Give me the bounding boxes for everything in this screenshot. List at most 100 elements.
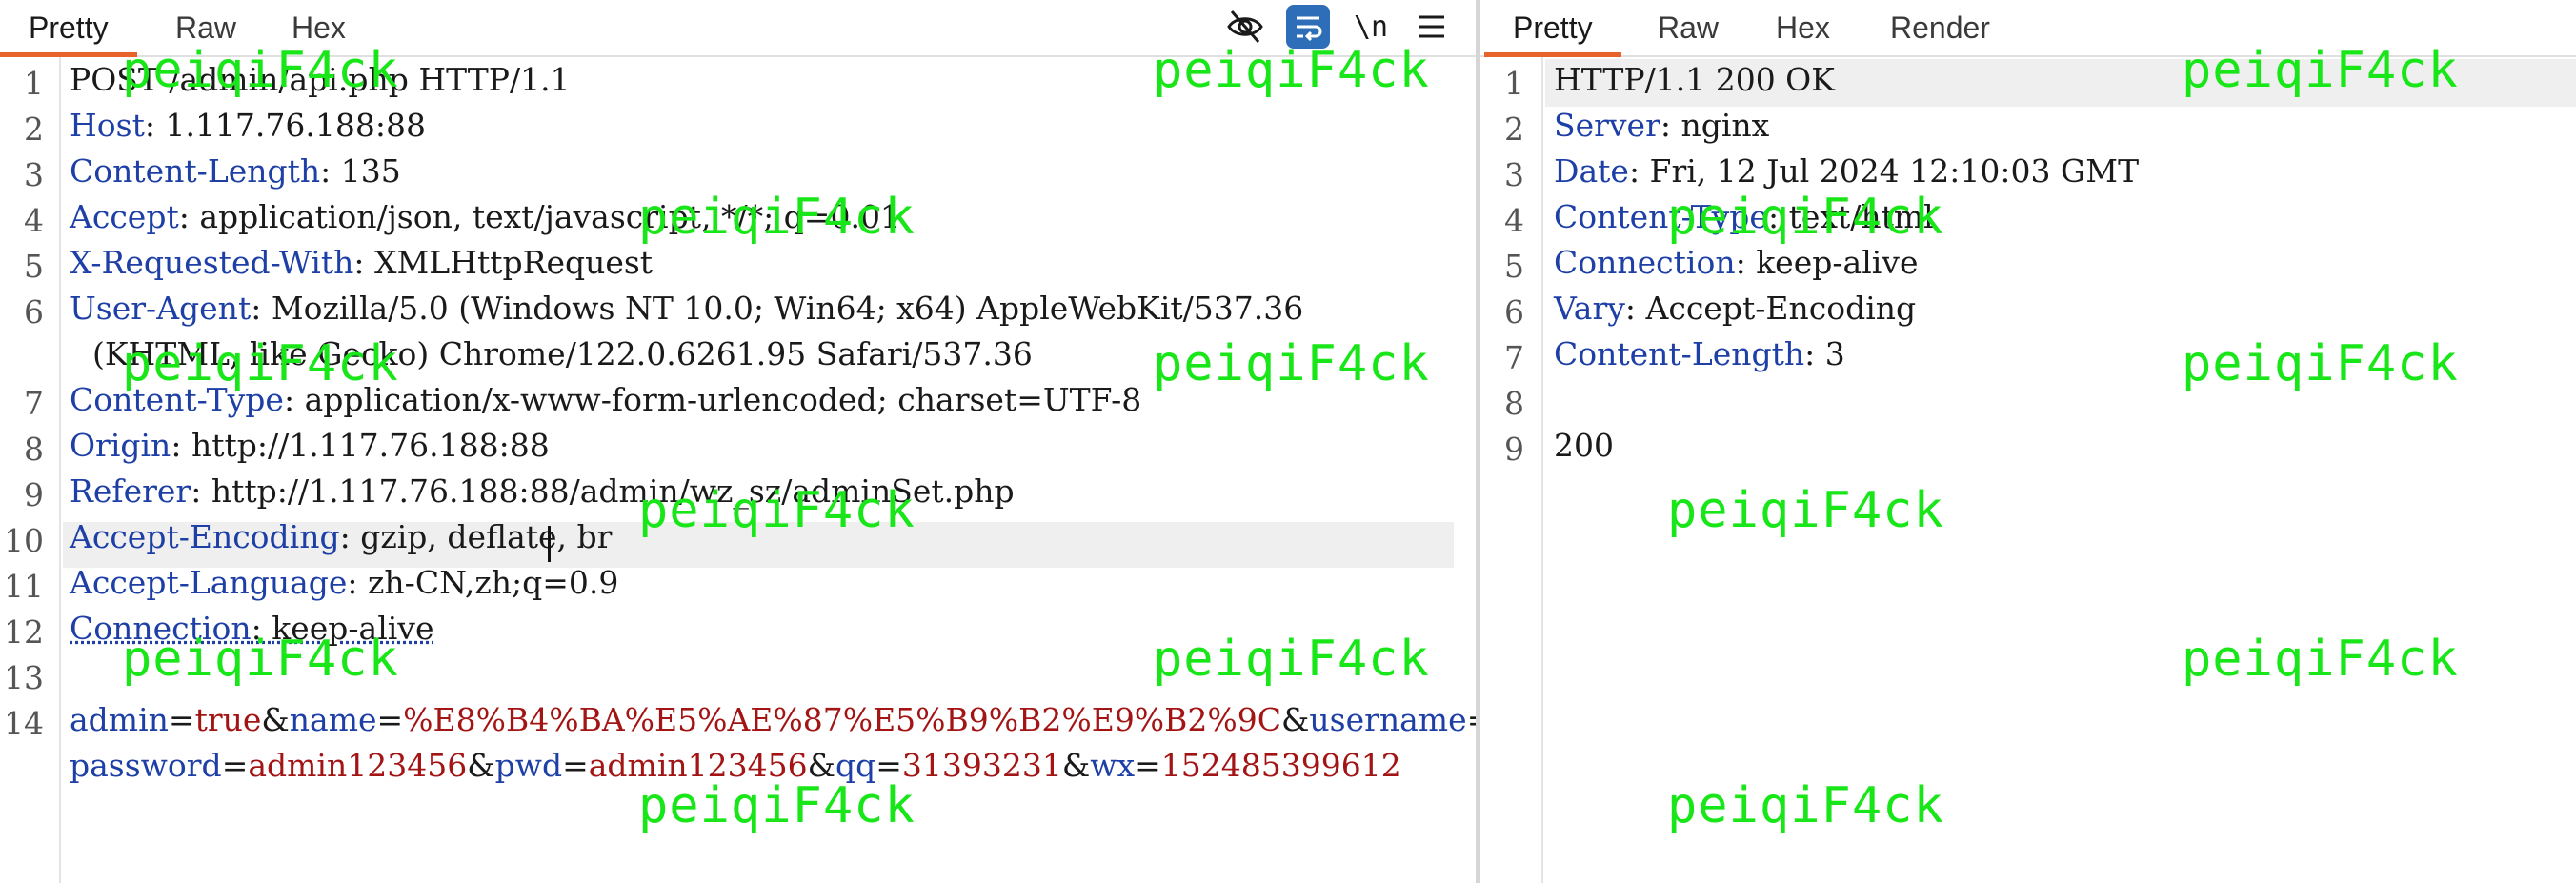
header-name: Vary	[1554, 290, 1625, 327]
header-line: Host: 1.117.76.188:88	[70, 107, 426, 144]
header-line: Connection: keep-alive	[70, 610, 434, 647]
header-value: 1.117.76.188:88	[165, 107, 426, 144]
header-name: Connection	[70, 610, 252, 647]
header-value: text/html	[1788, 198, 1934, 235]
header-line: Date: Fri, 12 Jul 2024 12:10:03 GMT	[1554, 152, 2140, 190]
line-number: 1	[1504, 65, 1524, 102]
line-number: 4	[1504, 202, 1524, 239]
line-number: 2	[24, 110, 44, 148]
header-value: Mozilla/5.0 (Windows NT 10.0; Win64; x64…	[271, 290, 1304, 327]
header-name: Server	[1554, 107, 1660, 144]
line-number: 5	[1504, 248, 1524, 285]
line-number: 2	[1504, 110, 1524, 148]
request-body-line: admin=true&name=%E8%B4%BA%E5%AE%87%E5%B9…	[70, 701, 1680, 738]
header-value: http://1.117.76.188:88/admin/wz_sz/admin…	[211, 472, 1015, 510]
line-number: 14	[4, 705, 44, 742]
line-number: 7	[24, 385, 44, 422]
header-name: Content-Length	[70, 152, 321, 190]
header-value: application/json, text/javascript, */*; …	[199, 198, 900, 235]
header-line: Referer: http://1.117.76.188:88/admin/wz…	[70, 472, 1015, 510]
param-value: admin123456	[248, 747, 468, 784]
line-number: 8	[24, 431, 44, 468]
header-value: gzip, deflate, br	[360, 518, 613, 555]
text-caret	[548, 526, 551, 562]
header-value: nginx	[1680, 107, 1770, 144]
line-number: 12	[4, 613, 44, 651]
line-number: 4	[24, 202, 44, 239]
header-name: Content-Type	[70, 381, 284, 418]
header-value: http://1.117.76.188:88	[191, 427, 550, 464]
header-value: zh-CN,zh;q=0.9	[368, 564, 619, 601]
line-number: 3	[24, 156, 44, 193]
line-number: 5	[24, 248, 44, 285]
header-name: Content-Type	[1554, 198, 1768, 235]
line-number: 13	[4, 659, 44, 696]
line-number: 9	[1504, 431, 1524, 468]
param-key: password	[70, 747, 222, 784]
header-name: Connection	[1554, 244, 1736, 281]
hamburger-menu-icon[interactable]	[1410, 5, 1454, 49]
response-tab-bar: Pretty Raw Hex Render	[1480, 0, 2576, 57]
line-number: 11	[4, 568, 44, 605]
newline-toggle-button[interactable]: \n	[1349, 5, 1393, 49]
tab-hex[interactable]: Hex	[1776, 0, 1830, 55]
tab-pretty[interactable]: Pretty	[0, 0, 137, 57]
line-number: 3	[1504, 156, 1524, 193]
header-value: Accept-Encoding	[1645, 290, 1917, 327]
header-name: Content-Length	[1554, 335, 1805, 372]
eye-slash-icon[interactable]	[1223, 5, 1267, 49]
header-value: Fri, 12 Jul 2024 12:10:03 GMT	[1649, 152, 2140, 190]
line-number: 10	[4, 522, 44, 559]
header-line: Content-Length: 3	[1554, 335, 1845, 372]
response-body: 200	[1554, 427, 1614, 464]
header-line: Vary: Accept-Encoding	[1554, 290, 1917, 327]
param-value: 152485399612	[1160, 747, 1401, 784]
param-value: admin123456	[588, 747, 808, 784]
request-tab-bar: Pretty Raw Hex \n	[0, 0, 1476, 57]
tab-pretty[interactable]: Pretty	[1484, 0, 1621, 57]
request-line: POST /admin/api.php HTTP/1.1	[70, 61, 571, 98]
header-value: 135	[340, 152, 401, 190]
header-line: X-Requested-With: XMLHttpRequest	[70, 244, 654, 281]
header-name: User-Agent	[70, 290, 252, 327]
param-value: 31393231	[901, 747, 1062, 784]
tab-render[interactable]: Render	[1890, 0, 1990, 55]
header-name: Accept-Encoding	[70, 518, 340, 555]
header-value: application/x-www-form-urlencoded; chars…	[304, 381, 1142, 418]
header-name: Accept	[70, 198, 179, 235]
header-value: 3	[1824, 335, 1845, 372]
header-name: X-Requested-With	[70, 244, 354, 281]
tab-raw[interactable]: Raw	[175, 0, 236, 55]
header-name: Origin	[70, 427, 171, 464]
header-line: Origin: http://1.117.76.188:88	[70, 427, 550, 464]
wrap-lines-icon[interactable]	[1286, 5, 1330, 49]
tab-raw[interactable]: Raw	[1658, 0, 1719, 55]
header-name: Host	[70, 107, 145, 144]
status-line: HTTP/1.1 200 OK	[1554, 61, 1835, 98]
param-key: wx	[1090, 747, 1136, 784]
header-line: Content-Length: 135	[70, 152, 401, 190]
line-number: 9	[24, 476, 44, 513]
line-number: 6	[24, 293, 44, 331]
tab-hex[interactable]: Hex	[292, 0, 346, 55]
line-number: 1	[24, 65, 44, 102]
header-line: Accept-Encoding: gzip, deflate, br	[70, 518, 613, 555]
header-value: keep-alive	[1756, 244, 1919, 281]
line-number: 8	[1504, 385, 1524, 422]
header-line: Accept-Language: zh-CN,zh;q=0.9	[70, 564, 619, 601]
header-value: XMLHttpRequest	[373, 244, 654, 281]
header-line: User-Agent: Mozilla/5.0 (Windows NT 10.0…	[70, 290, 1304, 327]
header-line: Server: nginx	[1554, 107, 1770, 144]
header-value-continuation: (KHTML, like Gecko) Chrome/122.0.6261.95…	[92, 335, 1033, 372]
param-key: qq	[835, 747, 876, 784]
param-value: %E8%B4%BA%E5%AE%87%E5%B9%B2%E9%B2%9C	[403, 701, 1282, 738]
header-name: Date	[1554, 152, 1629, 190]
header-value: keep-alive	[272, 610, 434, 647]
param-key: pwd	[494, 747, 563, 784]
param-key: name	[289, 701, 377, 738]
param-key: username	[1309, 701, 1467, 738]
line-number: 7	[1504, 339, 1524, 376]
param-key: admin	[70, 701, 169, 738]
request-body-line: password=admin123456&pwd=admin123456&qq=…	[70, 747, 1401, 784]
line-number: 6	[1504, 293, 1524, 331]
